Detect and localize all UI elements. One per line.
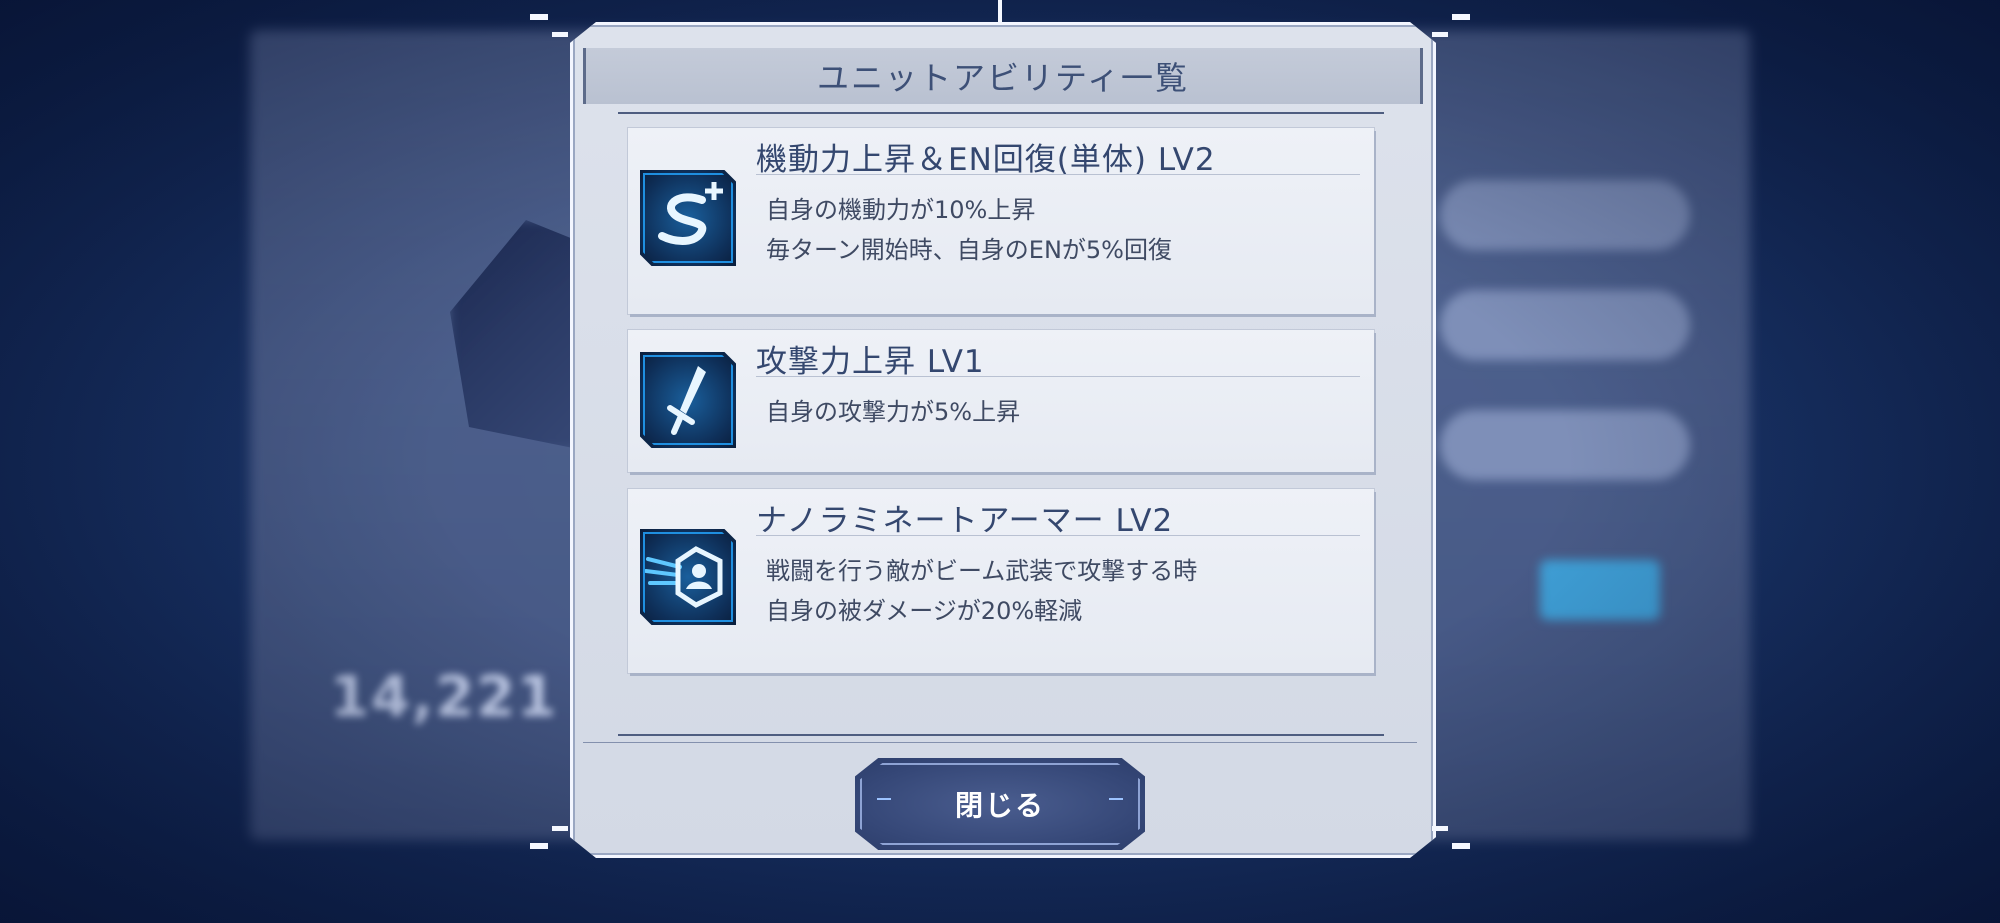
ability-name: 機動力上昇＆EN回復(単体) LV2 (756, 142, 1216, 178)
ability-description-line: 自身の攻撃力が5%上昇 (766, 398, 1021, 426)
dialog-title-bar: ユニットアビリティ一覧 (583, 48, 1423, 104)
bottom-divider-thin (583, 742, 1417, 743)
frame-corner-decoration (1452, 14, 1470, 20)
ability-name-underline (756, 174, 1360, 175)
ability-description-line: 自身の被ダメージが20%軽減 (766, 597, 1083, 625)
speed-up-icon (640, 170, 736, 266)
background-pill (1440, 410, 1690, 480)
button-decoration (1109, 798, 1123, 800)
ability-card: ナノラミネートアーマー LV2 戦闘を行う敵がビーム武装で攻撃する時 自身の被ダ… (628, 489, 1374, 673)
ability-card: 機動力上昇＆EN回復(単体) LV2 自身の機動力が10%上昇 毎ターン開始時、… (628, 128, 1374, 314)
ability-description-line: 自身の機動力が10%上昇 (766, 196, 1036, 224)
ability-name-underline (756, 376, 1360, 377)
background-power-value: 14,221 (330, 665, 559, 730)
title-divider (618, 112, 1384, 114)
armor-shield-icon (640, 529, 736, 625)
ability-card: 攻撃力上昇 LV1 自身の攻撃力が5%上昇 (628, 330, 1374, 472)
sword-icon (640, 352, 736, 448)
ability-name: 攻撃力上昇 LV1 (756, 344, 985, 380)
frame-corner-decoration (1432, 826, 1448, 831)
frame-top-tick (998, 0, 1002, 22)
ability-description-line: 戦闘を行う敵がビーム武装で攻撃する時 (766, 557, 1198, 585)
ability-name-underline (756, 535, 1360, 536)
close-button[interactable]: 閉じる (855, 758, 1145, 850)
background-pill (1540, 560, 1660, 620)
frame-corner-decoration (1432, 32, 1448, 37)
ability-description-line: 毎ターン開始時、自身のENが5%回復 (766, 236, 1172, 264)
close-button-label: 閉じる (954, 789, 1045, 822)
frame-corner-decoration (552, 32, 568, 37)
ability-name: ナノラミネートアーマー LV2 (756, 503, 1174, 539)
frame-corner-decoration (530, 14, 548, 20)
frame-corner-decoration (552, 826, 568, 831)
frame-corner-decoration (530, 843, 548, 849)
background-pill (1440, 290, 1690, 360)
button-decoration (877, 798, 891, 800)
frame-corner-decoration (1452, 843, 1470, 849)
background-pill (1440, 180, 1690, 250)
bottom-divider (618, 734, 1384, 736)
dialog-title: ユニットアビリティ一覧 (816, 59, 1190, 97)
